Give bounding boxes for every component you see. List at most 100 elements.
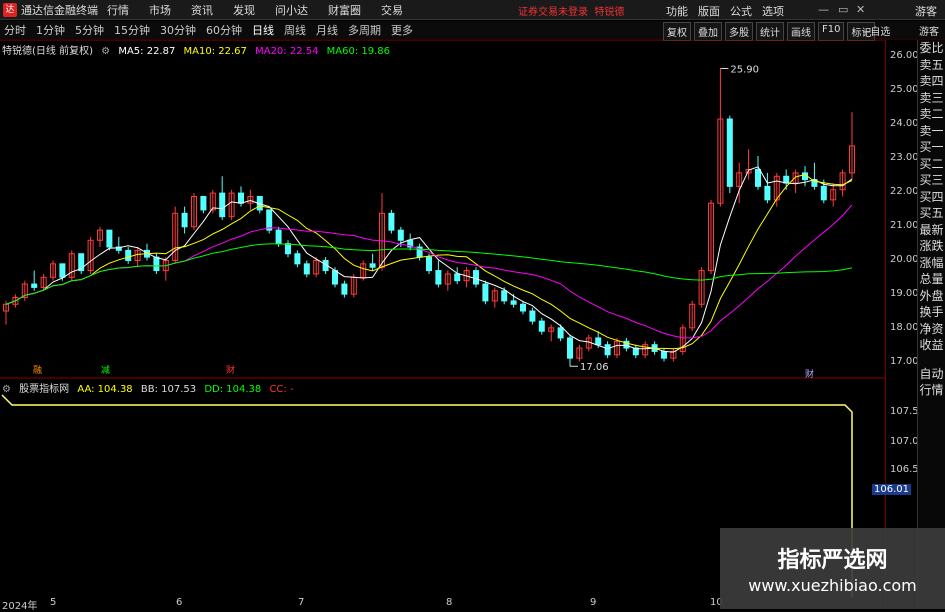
menu-item-layout[interactable]: 版面 <box>698 3 720 19</box>
tab-more[interactable]: 更多 <box>391 22 413 38</box>
watermark-title: 指标严选网 <box>777 548 888 573</box>
stock-title: 特锐德(日线 前复权) <box>2 46 93 57</box>
ma20-label: MA20: 22.54 <box>255 46 319 57</box>
side-item-earnings[interactable]: 收益 <box>918 337 945 354</box>
side-item-sell5[interactable]: 卖五 <box>918 57 945 74</box>
menu-item-quotes[interactable]: 行情 <box>107 2 129 18</box>
candle-body <box>520 303 526 312</box>
candle-body <box>294 253 301 265</box>
tab-intraday[interactable]: 分时 <box>4 22 26 38</box>
side-item-weibi[interactable]: 委比 <box>918 40 945 57</box>
login-notice[interactable]: 证券交易未登录 特锐德 <box>518 3 624 18</box>
tab-monthly[interactable]: 月线 <box>316 22 338 38</box>
main-legend: 特锐德(日线 前复权) ⚙ MA5: 22.87 MA10: 22.67 MA2… <box>2 42 395 57</box>
candle-body <box>153 256 160 272</box>
candle-body <box>538 320 545 332</box>
side-item-turnover[interactable]: 换手 <box>918 304 945 321</box>
side-item-net-assets[interactable]: 净资 <box>918 321 945 338</box>
candle-body <box>726 118 733 187</box>
indicator-tick: 107.0 <box>890 436 919 447</box>
tab-15min[interactable]: 15分钟 <box>114 22 150 38</box>
menu-item-trade[interactable]: 交易 <box>381 2 403 18</box>
side-item-sell4[interactable]: 卖四 <box>918 73 945 90</box>
bb-label: BB: 107.53 <box>140 384 197 395</box>
maximize-icon[interactable]: ▭ <box>838 3 848 16</box>
side-item-buy4[interactable]: 买四 <box>918 189 945 206</box>
guest-label[interactable]: 游客 <box>915 3 937 19</box>
event-marker[interactable]: 融 <box>33 363 42 376</box>
tab-60min[interactable]: 60分钟 <box>206 22 242 38</box>
menu-item-market[interactable]: 市场 <box>149 2 171 18</box>
menu-item-ask[interactable]: 问小达 <box>275 2 308 18</box>
close-icon[interactable]: ✕ <box>856 3 865 16</box>
tab-5min[interactable]: 5分钟 <box>75 22 104 38</box>
candle-body <box>604 344 611 356</box>
side-item-outer[interactable]: 外盘 <box>918 288 945 305</box>
tab-weekly[interactable]: 周线 <box>284 22 306 38</box>
price-tick: 23.00 <box>890 152 919 163</box>
side-item-volume[interactable]: 总量 <box>918 271 945 288</box>
settings-icon[interactable]: ⚙ <box>101 46 110 57</box>
app-title: 通达信金融终端 <box>21 3 98 17</box>
ma10-label: MA10: 22.67 <box>183 46 247 57</box>
candle-body <box>332 270 338 285</box>
watermark-url: www.xuezhibiao.com <box>748 576 917 595</box>
dd-label: DD: 104.38 <box>204 384 262 395</box>
tab-multi-period[interactable]: 多周期 <box>348 22 381 38</box>
side-item-sell1[interactable]: 卖一 <box>918 123 945 140</box>
guest-button[interactable]: 游客 <box>919 23 939 38</box>
watermark-overlay: 指标严选网 www.xuezhibiao.com <box>720 528 945 609</box>
side-item-buy3[interactable]: 买三 <box>918 172 945 189</box>
title-bar: 达 通达信金融终端 行情 市场 资讯 发现 问小达 财富圈 交易 证券交易未登录… <box>0 0 945 20</box>
minimize-icon[interactable]: — <box>818 3 829 16</box>
candle-body <box>755 169 761 187</box>
side-item-change-pct[interactable]: 涨幅 <box>918 255 945 272</box>
multi-stock-button[interactable]: 多股 <box>725 22 753 41</box>
overlay-button[interactable]: 叠加 <box>694 22 722 41</box>
menu-item-options[interactable]: 选项 <box>762 3 784 19</box>
side-item-sell3[interactable]: 卖三 <box>918 90 945 107</box>
event-marker[interactable]: 减 <box>101 363 110 376</box>
event-marker[interactable]: 财 <box>226 363 235 376</box>
tab-30min[interactable]: 30分钟 <box>160 22 196 38</box>
menu-item-discover[interactable]: 发现 <box>233 2 255 18</box>
price-tick: 26.00 <box>890 50 919 61</box>
indicator-name[interactable]: 股票指标网 <box>19 384 69 395</box>
low-price-label: 17.06 <box>580 362 609 373</box>
side-item-change[interactable]: 涨跌 <box>918 238 945 255</box>
tab-1min[interactable]: 1分钟 <box>36 22 65 38</box>
f10-button[interactable]: F10 <box>818 22 845 41</box>
menu-item-formula[interactable]: 公式 <box>730 3 752 19</box>
side-item-buy5[interactable]: 买五 <box>918 205 945 222</box>
candle-body <box>510 300 517 305</box>
candle-body <box>388 212 395 231</box>
kline-chart[interactable]: 25.90 17.06 <box>0 40 885 609</box>
statistics-button[interactable]: 统计 <box>756 22 784 41</box>
candle-body <box>59 263 66 278</box>
side-item-auto[interactable]: 自动 <box>918 366 945 383</box>
chart-tool-buttons: 复权 叠加 多股 统计 画线 F10 标记 <box>663 22 878 41</box>
candle-body <box>397 229 404 241</box>
candle-body <box>200 195 207 211</box>
high-price-label: 25.90 <box>730 64 759 75</box>
side-item-quotes[interactable]: 行情 <box>918 382 945 399</box>
date-tick: 6 <box>176 597 183 608</box>
ma60-label: MA60: 19.86 <box>326 46 391 57</box>
date-tick: 2024年 <box>2 601 38 612</box>
side-item-latest[interactable]: 最新 <box>918 222 945 239</box>
adjust-button[interactable]: 复权 <box>663 22 691 41</box>
side-item-buy2[interactable]: 买二 <box>918 156 945 173</box>
ma60-line <box>5 243 853 305</box>
candle-body <box>181 212 188 228</box>
price-tick: 22.00 <box>890 186 919 197</box>
add-watchlist-button[interactable]: +自选 <box>862 23 890 38</box>
side-item-buy1[interactable]: 买一 <box>918 139 945 156</box>
menu-item-function[interactable]: 功能 <box>666 3 688 19</box>
draw-line-button[interactable]: 画线 <box>787 22 815 41</box>
event-marker[interactable]: 财 <box>805 367 814 380</box>
menu-item-news[interactable]: 资讯 <box>191 2 213 18</box>
tab-daily[interactable]: 日线 <box>252 22 274 38</box>
indicator-settings-icon[interactable]: ⚙ <box>2 384 11 395</box>
side-item-sell2[interactable]: 卖二 <box>918 106 945 123</box>
menu-item-wealth[interactable]: 财富圈 <box>328 2 361 18</box>
